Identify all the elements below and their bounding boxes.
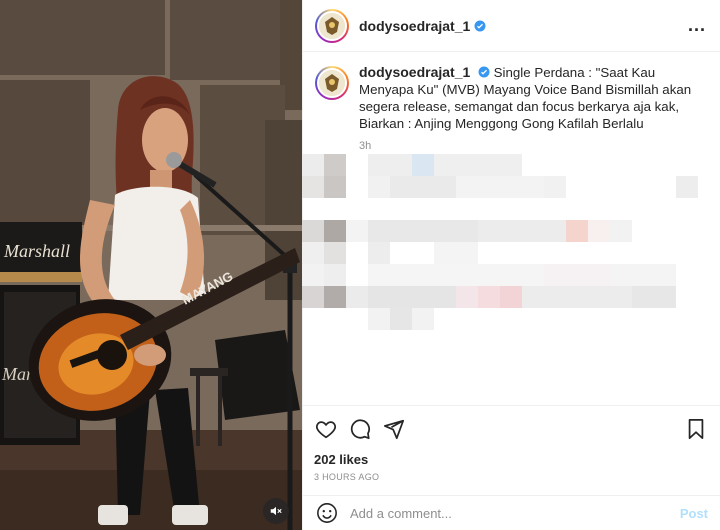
caption-avatar-image [317,68,347,98]
mute-button[interactable] [263,498,289,524]
caption-username[interactable]: dodysoedrajat_1 [359,64,470,80]
post-actions-section: 202 likes 3 hours ago [302,405,720,482]
caption-block: dodysoedrajat_1 Single Perdana : "Saat K… [303,52,720,155]
caption-avatar[interactable] [315,66,349,100]
share-icon [383,419,405,440]
post-header: dodysoedrajat_1 ... [303,0,720,52]
post-media[interactable]: Marshall Mars MAYANG [0,0,302,530]
caption-body: dodysoedrajat_1 Single Perdana : "Saat K… [359,64,706,155]
likes-count[interactable]: 202 likes [302,452,720,467]
crest-logo-icon [319,70,345,96]
comment-button[interactable] [348,417,372,441]
like-button[interactable] [314,417,338,441]
comment-input[interactable] [350,505,680,521]
verified-badge-icon [474,20,486,31]
bookmark-icon [688,418,704,440]
comment-bar: Post [302,495,720,530]
pixelated-comments [302,154,698,330]
crest-logo-icon [319,12,345,39]
more-options-button[interactable]: ... [688,15,706,36]
emoji-icon[interactable] [316,502,338,524]
heart-icon [315,421,337,439]
save-button[interactable] [684,417,708,441]
avatar-image [317,10,347,41]
amp-brand-text: Marshall [3,241,70,261]
verified-badge-icon [478,66,490,78]
post-comment-button[interactable]: Post [680,506,708,521]
header-username[interactable]: dodysoedrajat_1 [359,18,470,34]
comment-icon [350,419,371,440]
muted-speaker-icon [270,506,282,516]
video-frame: Marshall Mars MAYANG [0,0,302,530]
avatar[interactable] [315,8,349,43]
action-bar [302,406,720,452]
share-button[interactable] [382,417,406,441]
post-timestamp[interactable]: 3 hours ago [302,467,720,482]
